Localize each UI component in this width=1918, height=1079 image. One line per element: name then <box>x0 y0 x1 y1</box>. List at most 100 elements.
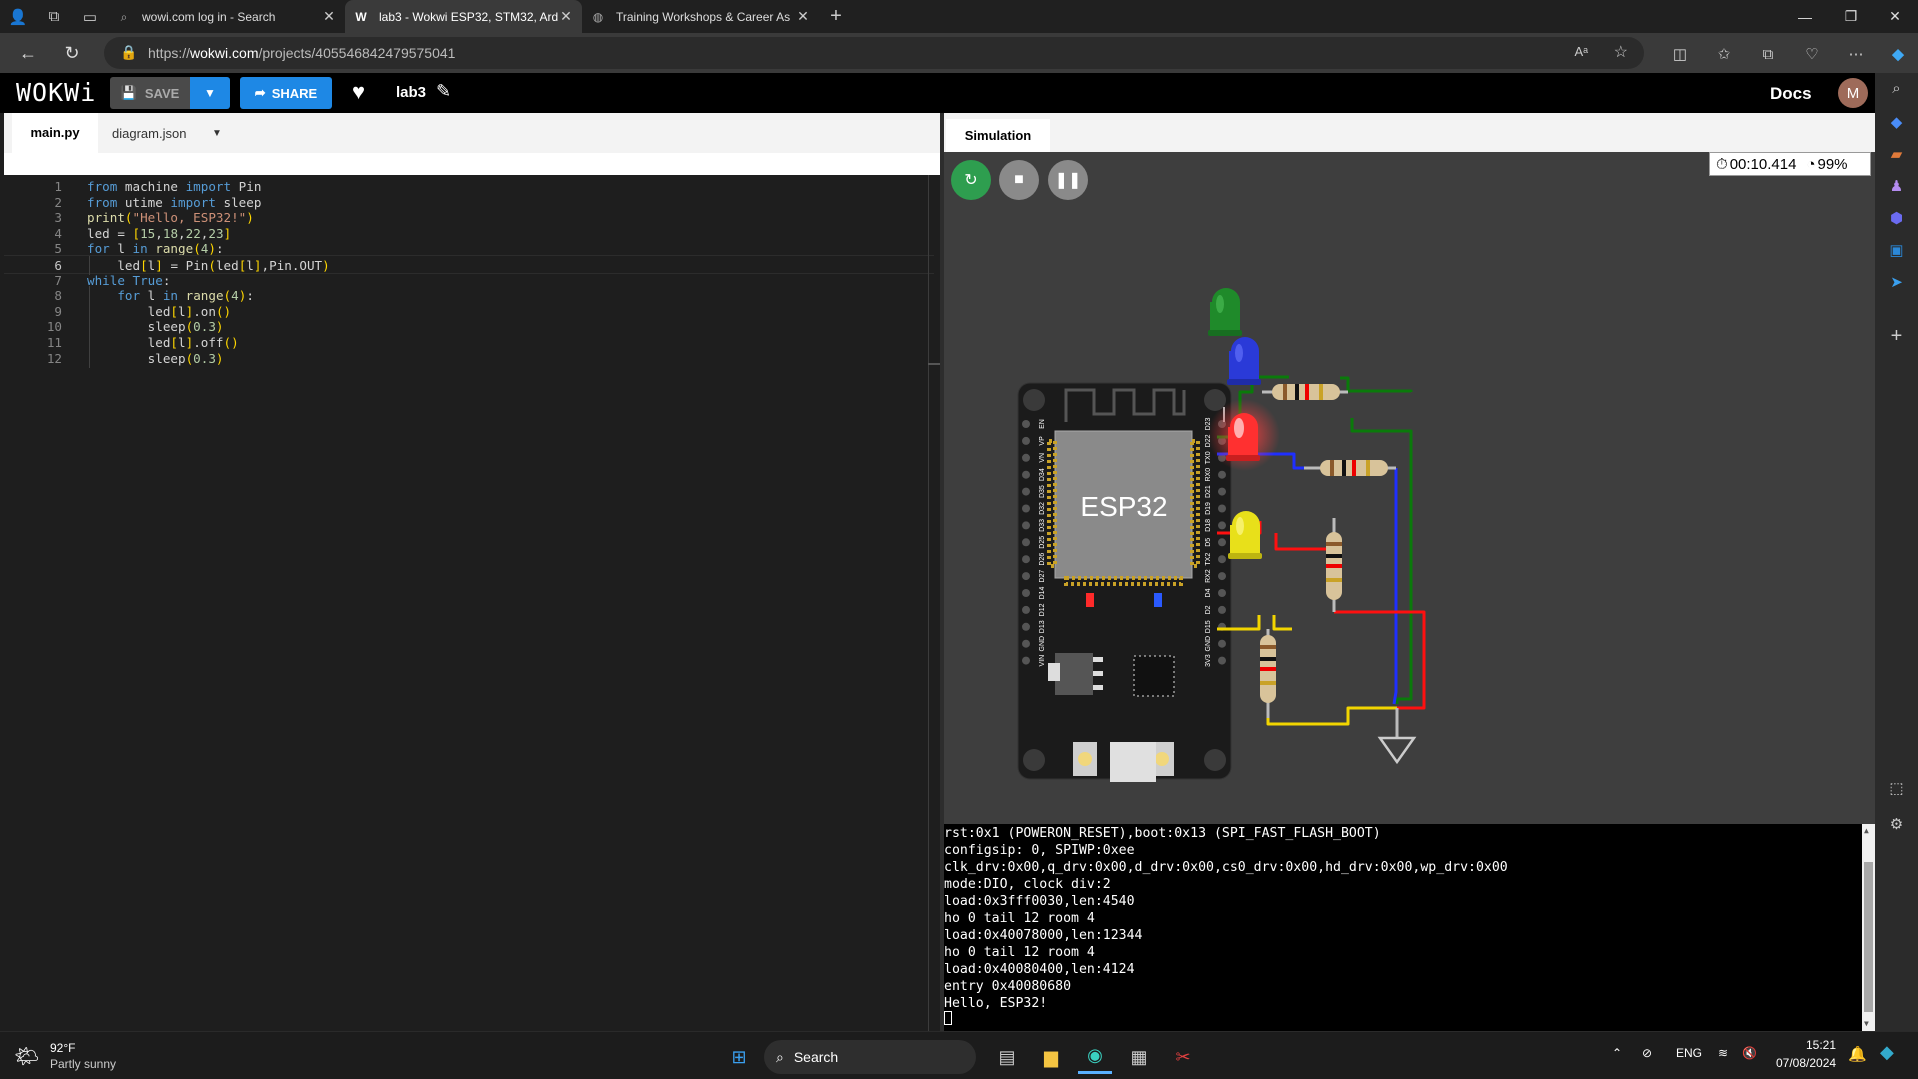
esp32-board[interactable]: ESP32 EN VP VN D34 D35 D32 D33 D25 D26 D27 D14 D12 D… <box>1017 382 1232 782</box>
esp32-pin-right[interactable] <box>1218 656 1226 665</box>
file-explorer-icon[interactable]: ▆ <box>1034 1040 1068 1074</box>
esp32-pin-left[interactable] <box>1022 487 1030 496</box>
yellow-wire-2[interactable] <box>1272 615 1292 631</box>
resistor-3[interactable] <box>1326 518 1342 612</box>
esp32-pin-left[interactable] <box>1022 420 1030 428</box>
resistor-4[interactable] <box>1260 629 1276 718</box>
browser-essentials-icon[interactable]: ♡ <box>1794 36 1830 72</box>
tab-diagram-json[interactable]: diagram.json <box>112 113 186 153</box>
red-wire-2[interactable] <box>1274 527 1336 551</box>
edit-pencil-icon[interactable]: ✎ <box>436 81 451 102</box>
like-heart-icon[interactable]: ♥ <box>352 79 365 105</box>
esp32-pin-right[interactable] <box>1218 572 1226 581</box>
tray-chevron-icon[interactable]: ⌃ <box>1612 1046 1622 1060</box>
copilot-taskbar-icon[interactable]: ◆ <box>1880 1042 1894 1063</box>
store-icon[interactable]: ▦ <box>1122 1040 1156 1074</box>
sidebar-drop-icon[interactable]: ➤ <box>1875 267 1918 297</box>
project-name[interactable]: lab3 <box>396 84 426 101</box>
share-button[interactable]: ➦ SHARE <box>240 77 332 109</box>
code-area[interactable]: 1 from machine import Pin 2 from utime impo… <box>4 175 934 1031</box>
snipping-tool-icon[interactable]: ✂ <box>1166 1040 1200 1074</box>
sidebar-games-icon[interactable]: ♟ <box>1875 171 1918 201</box>
esp32-pin-left[interactable] <box>1022 538 1030 547</box>
esp32-pin-left[interactable] <box>1022 521 1030 530</box>
esp32-pin-right[interactable] <box>1218 589 1226 597</box>
windows-start-icon[interactable]: ⊞ <box>722 1040 756 1074</box>
edge-taskbar-icon[interactable]: ◉ <box>1078 1040 1112 1074</box>
blue-wire-2[interactable] <box>1392 468 1398 705</box>
esp32-pin-left[interactable] <box>1022 572 1030 581</box>
tab-actions-icon[interactable]: ▭ <box>72 0 108 33</box>
close-window-button[interactable]: ✕ <box>1872 0 1918 33</box>
esp32-pin-left[interactable] <box>1022 453 1030 462</box>
back-button[interactable]: ← <box>10 35 46 71</box>
copilot-icon[interactable]: ◆ <box>1880 36 1916 72</box>
esp32-pin-left[interactable] <box>1022 504 1030 513</box>
favorite-star-icon[interactable]: ☆ <box>1614 42 1628 62</box>
esp32-pin-left[interactable] <box>1022 622 1030 631</box>
more-menu-icon[interactable]: ⋯ <box>1838 36 1874 72</box>
weather-temp[interactable]: 92°F <box>50 1041 75 1055</box>
led-red[interactable] <box>1208 399 1280 471</box>
esp32-pin-left[interactable] <box>1022 605 1030 614</box>
esp32-pin-right[interactable] <box>1218 605 1226 614</box>
esp32-pin-right[interactable] <box>1218 521 1226 530</box>
split-screen-icon[interactable]: ◫ <box>1662 36 1698 72</box>
sidebar-m365-icon[interactable]: ⬢ <box>1875 203 1918 233</box>
led-yellow[interactable] <box>1228 511 1262 559</box>
favorites-icon[interactable]: ✩ <box>1706 36 1742 72</box>
esp32-pin-left[interactable] <box>1022 589 1030 597</box>
new-tab-button[interactable]: + <box>819 5 853 28</box>
tab-main-py[interactable]: main.py <box>12 113 98 153</box>
save-button[interactable]: 💾 SAVE <box>110 77 190 109</box>
yellow-wire-3[interactable] <box>1266 706 1397 726</box>
close-tab-icon[interactable]: ✕ <box>795 8 811 25</box>
close-tab-icon[interactable]: ✕ <box>321 8 337 25</box>
sidebar-outlook-icon[interactable]: ▣ <box>1875 235 1918 265</box>
browser-tab-training[interactable]: ◍ Training Workshops & Career As ✕ <box>582 0 819 33</box>
task-view-icon[interactable]: ▤ <box>990 1040 1024 1074</box>
serial-monitor[interactable]: rst:0x1 (POWERON_RESET),boot:0x13 (SPI_F… <box>944 824 1875 1031</box>
refresh-button[interactable]: ↻ <box>54 35 90 71</box>
wokwi-logo[interactable]: WOKWi <box>16 78 96 107</box>
save-dropdown-button[interactable]: ▼ <box>190 77 230 109</box>
esp32-pin-left[interactable] <box>1022 555 1030 564</box>
simulation-canvas[interactable]: ↻ ■ ❚❚ ⏱ 00:10.414 ◔ 99% ESP32 EN VP VN … <box>944 152 1875 824</box>
code-line[interactable]: 12 sleep(0.3) <box>4 348 934 368</box>
esp32-pin-left[interactable] <box>1022 436 1030 445</box>
restore-button[interactable]: ❐ <box>1828 0 1874 33</box>
esp32-pin-right[interactable] <box>1218 470 1226 479</box>
taskbar-search[interactable]: ⌕ Search <box>764 1040 976 1074</box>
esp32-pin-right[interactable] <box>1218 538 1226 547</box>
resistor-1[interactable] <box>1262 384 1348 400</box>
tab-simulation[interactable]: Simulation <box>946 119 1050 152</box>
wifi-icon[interactable]: ≋ <box>1718 1046 1728 1060</box>
esp32-pin-right[interactable] <box>1218 555 1226 564</box>
weather-description[interactable]: Partly sunny <box>50 1057 116 1071</box>
sidebar-screenshot-icon[interactable]: ⬚ <box>1875 773 1918 803</box>
esp32-pin-left[interactable] <box>1022 656 1030 665</box>
sidebar-tools-icon[interactable]: ▰ <box>1875 139 1918 169</box>
clock-time[interactable]: 15:21 <box>1776 1038 1836 1052</box>
minimize-button[interactable]: — <box>1782 0 1828 33</box>
tray-network-off-icon[interactable]: ⊘ <box>1642 1046 1652 1060</box>
esp32-pin-left[interactable] <box>1022 470 1030 479</box>
scroll-up-icon[interactable]: ▲ <box>1864 826 1869 835</box>
led-blue[interactable] <box>1227 337 1261 385</box>
browser-tab-wokwi[interactable]: W lab3 - Wokwi ESP32, STM32, Ard ✕ <box>345 0 582 33</box>
clock-date[interactable]: 07/08/2024 <box>1776 1056 1836 1070</box>
docs-link[interactable]: Docs <box>1770 84 1812 104</box>
url-field[interactable]: 🔒 https://wokwi.com/projects/40554684247… <box>104 37 1644 69</box>
weather-sun-icon[interactable]: 🌤 <box>14 1044 39 1069</box>
esp32-pin-right[interactable] <box>1218 487 1226 496</box>
green-wire-2[interactable] <box>1340 376 1413 393</box>
close-tab-icon[interactable]: ✕ <box>558 8 574 25</box>
sidebar-search-icon[interactable]: ⌕ <box>1875 73 1918 103</box>
user-avatar[interactable]: M <box>1838 78 1868 108</box>
sidebar-settings-icon[interactable]: ⚙ <box>1875 809 1918 839</box>
read-aloud-icon[interactable]: Aᵃ <box>1574 44 1588 59</box>
sidebar-shopping-icon[interactable]: ◆ <box>1875 107 1918 137</box>
scroll-down-icon[interactable]: ▼ <box>1864 1019 1869 1028</box>
esp32-pin-left[interactable] <box>1022 639 1030 648</box>
esp32-pin-right[interactable] <box>1218 639 1226 648</box>
